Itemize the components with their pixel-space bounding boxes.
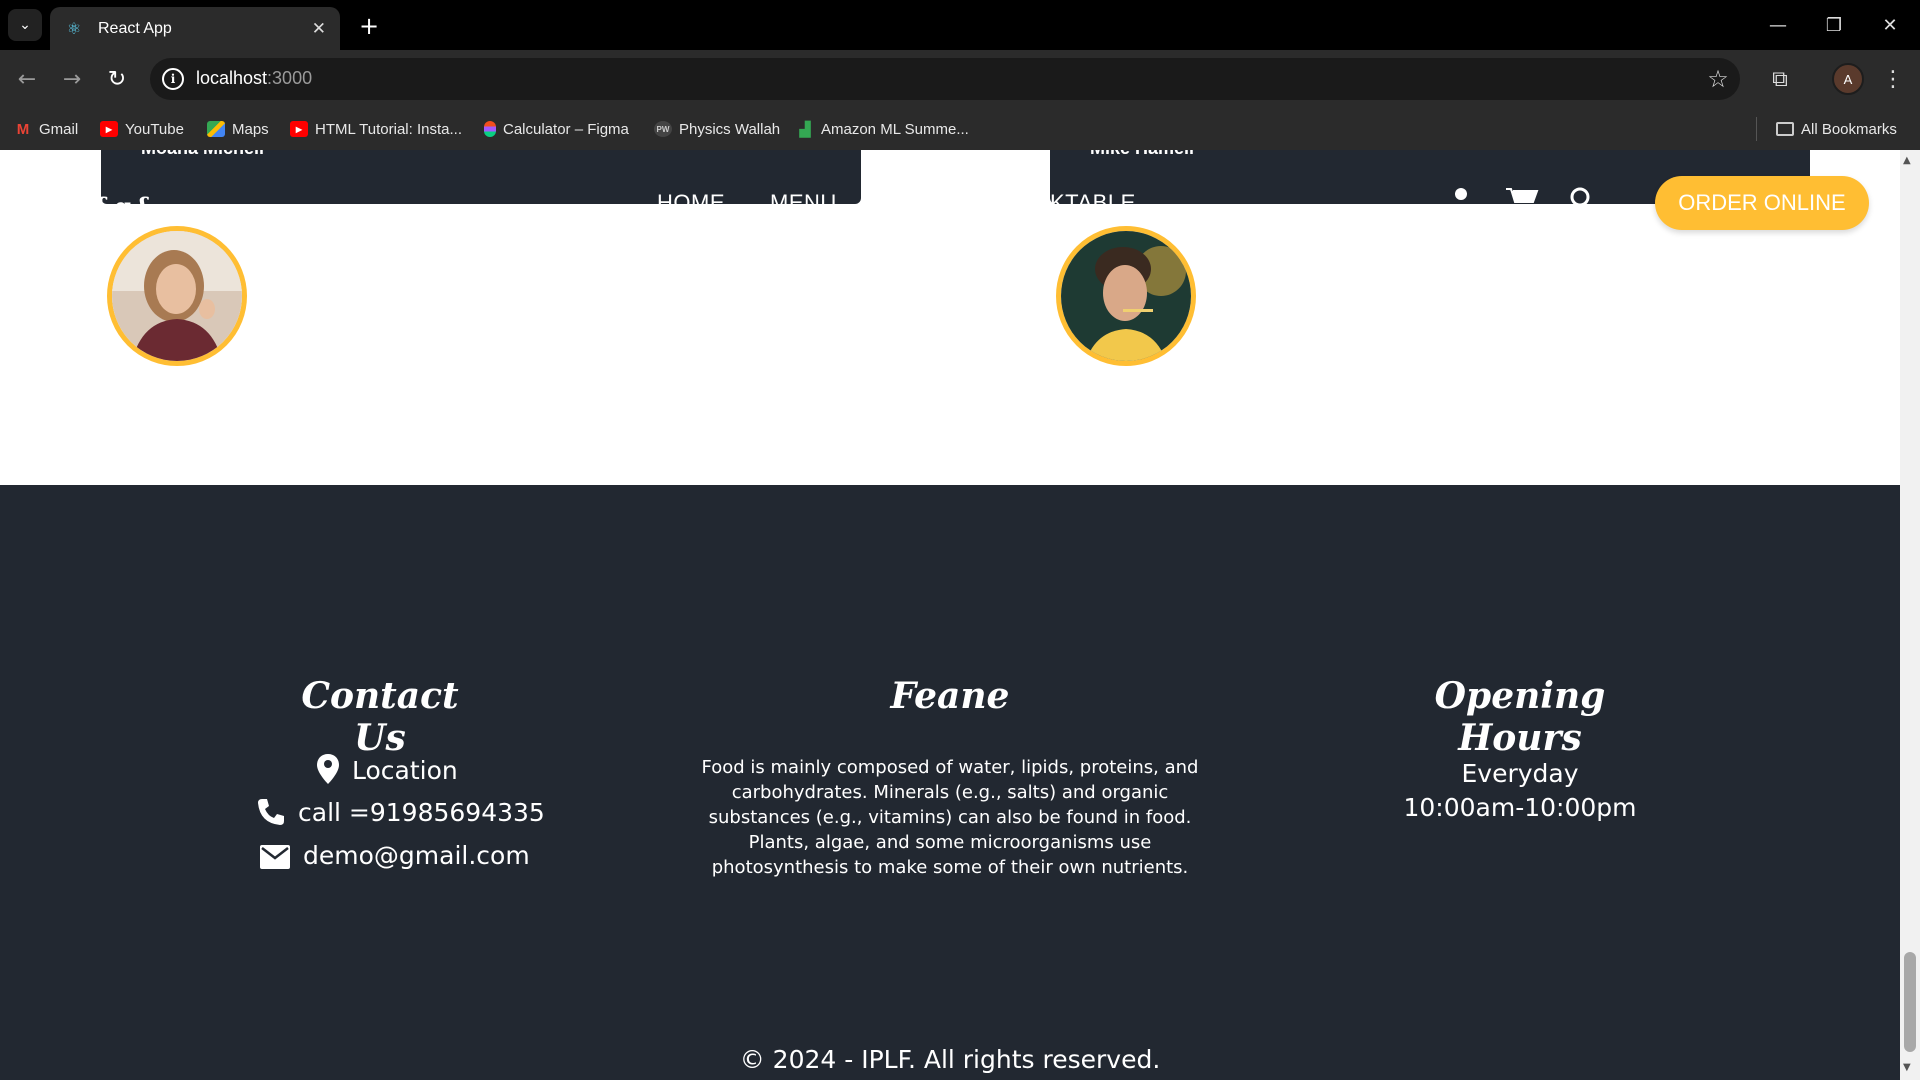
client-photo xyxy=(1056,226,1196,366)
all-bookmarks[interactable]: All Bookmarks xyxy=(1776,116,1897,142)
scroll-down-icon[interactable]: ▼ xyxy=(1903,1062,1911,1073)
new-tab-button[interactable]: + xyxy=(354,11,384,41)
bookmark-youtube[interactable]: ▶ YouTube xyxy=(100,116,184,142)
cart-icon[interactable] xyxy=(1505,186,1539,208)
bookmark-maps[interactable]: Maps xyxy=(207,116,269,142)
location-pin-icon xyxy=(317,754,339,784)
profile-avatar[interactable]: A xyxy=(1832,63,1864,95)
react-icon: ⚛ xyxy=(66,19,82,38)
bookmark-physics-wallah[interactable]: PW Physics Wallah xyxy=(654,116,780,142)
page-scrollbar[interactable] xyxy=(1900,150,1920,1080)
bookmarks-divider xyxy=(1756,117,1757,141)
restore-button[interactable]: ❐ xyxy=(1806,0,1862,50)
search-icon[interactable] xyxy=(1569,186,1595,208)
forward-button[interactable]: → xyxy=(55,63,89,95)
tab-title: React App xyxy=(98,19,172,37)
bookmark-amazon-ml[interactable]: ▟ Amazon ML Summe... xyxy=(796,116,969,142)
youtube-icon: ▶ xyxy=(100,121,118,137)
close-window-button[interactable]: ✕ xyxy=(1862,0,1918,50)
back-button[interactable]: ← xyxy=(10,63,44,95)
tab-search-button[interactable]: ⌄ xyxy=(8,9,42,41)
hours-days: Everyday xyxy=(1461,759,1579,788)
folder-icon xyxy=(1776,122,1794,136)
bookmark-gmail[interactable]: M Gmail xyxy=(14,116,78,142)
more-options-icon[interactable]: ⋮ xyxy=(1880,63,1906,95)
phone-icon xyxy=(258,799,284,825)
pw-icon: PW xyxy=(654,121,672,137)
hours-heading: Opening Hours xyxy=(1434,675,1606,759)
site-info-icon[interactable]: i xyxy=(162,68,184,90)
contact-phone[interactable]: call =91985694335 xyxy=(256,797,545,827)
youtube-icon: ▶ xyxy=(290,121,308,137)
nav-book-table[interactable]: KTABLE xyxy=(1050,190,1136,216)
close-tab-icon[interactable]: ✕ xyxy=(312,19,326,39)
bookmark-figma[interactable]: Calculator – Figma xyxy=(484,116,629,142)
minimize-button[interactable]: — xyxy=(1750,0,1806,50)
mail-icon xyxy=(260,845,290,869)
amazon-ml-icon: ▟ xyxy=(799,120,811,137)
about-heading: Feane xyxy=(890,675,1010,717)
bookmark-html-tutorial[interactable]: ▶ HTML Tutorial: Insta... xyxy=(290,116,462,142)
gmail-icon: M xyxy=(16,120,30,138)
about-text: Food is mainly composed of water, lipids… xyxy=(701,757,1199,878)
contact-heading: Contact Us xyxy=(301,675,459,759)
extensions-icon[interactable]: ⧉ xyxy=(1765,63,1795,95)
client-photo xyxy=(107,226,247,366)
order-online-button[interactable]: ORDER ONLINE xyxy=(1655,176,1869,230)
maps-icon xyxy=(207,121,225,137)
nav-home[interactable]: HOME xyxy=(657,190,725,216)
scroll-up-icon[interactable]: ▲ xyxy=(1903,155,1911,166)
browser-tab-bar: ⌄ ⚛ React App ✕ + — ❐ ✕ xyxy=(0,0,1920,50)
contact-location[interactable]: Location xyxy=(316,753,458,785)
user-icon[interactable] xyxy=(1451,186,1471,206)
client-name: Mike Hamell xyxy=(1090,150,1194,159)
copyright: © 2024 - IPLF. All rights reserved. xyxy=(739,1045,1161,1074)
opening-hours: Everyday 10:00am-10:00pm xyxy=(1380,757,1660,825)
browser-tab[interactable]: ⚛ React App ✕ xyxy=(50,7,340,50)
nav-menu[interactable]: MENU xyxy=(770,190,837,216)
page-viewport: Moana Michell Mike Hamell ʃ ɑ ʃ HOME MEN… xyxy=(0,150,1900,1080)
contact-email[interactable]: demo@gmail.com xyxy=(259,841,530,870)
url-text[interactable]: localhost:3000 xyxy=(196,68,312,89)
site-footer: Contact Us Feane Opening Hours Location … xyxy=(0,485,1900,1080)
reload-button[interactable]: ↻ xyxy=(100,63,134,95)
bookmark-star-icon[interactable]: ☆ xyxy=(1703,63,1733,95)
hours-time: 10:00am-10:00pm xyxy=(1403,793,1637,822)
client-card: Moana Michell xyxy=(101,150,861,204)
figma-icon xyxy=(484,121,496,137)
address-bar[interactable] xyxy=(150,58,1740,100)
scrollbar-thumb[interactable] xyxy=(1904,952,1916,1052)
client-name: Moana Michell xyxy=(141,150,264,159)
brand-logo[interactable]: ʃ ɑ ʃ xyxy=(98,192,147,221)
